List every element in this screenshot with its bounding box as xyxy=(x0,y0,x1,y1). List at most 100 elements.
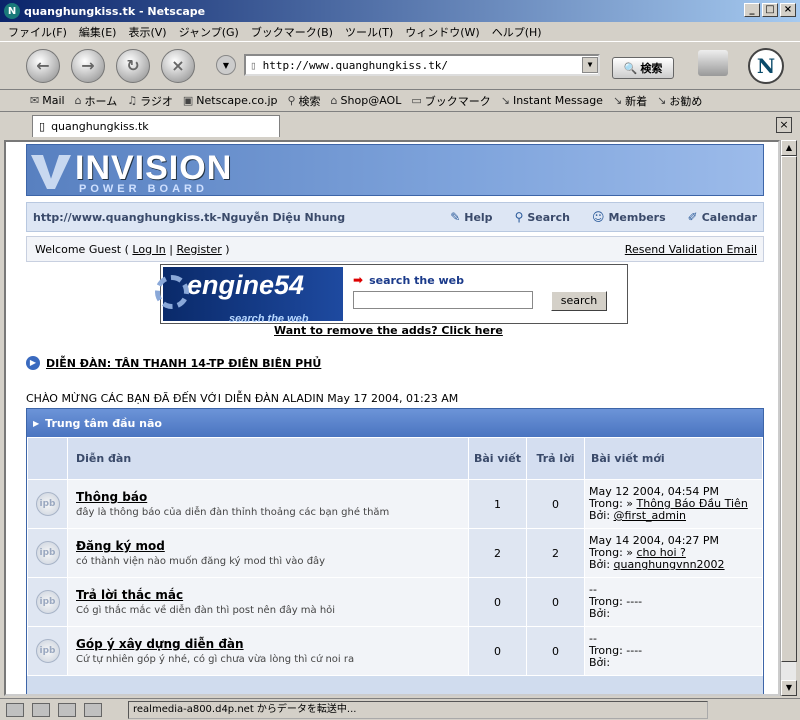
forum-link[interactable]: Thông báo xyxy=(76,490,468,504)
title-bar: N quanghungkiss.tk - Netscape _ □ × xyxy=(0,0,800,22)
table-row: ipb Thông báo đây là thông báo của diễn đ… xyxy=(27,479,763,529)
posts-col-header: Bài viết xyxy=(468,437,527,480)
replies-count: 2 xyxy=(526,528,585,578)
bookmark-recommend[interactable]: ↘ お勧め xyxy=(657,93,702,109)
scroll-down-icon[interactable]: ▼ xyxy=(781,680,797,696)
netscape-icon: N xyxy=(4,3,20,19)
bookmark-mail[interactable]: ✉ Mail xyxy=(30,94,65,107)
radio-icon: ♫ xyxy=(127,94,138,107)
search-link[interactable]: ⚲ Search xyxy=(515,210,570,224)
bookmarks-toolbar: ✉ Mail ⌂ ホーム ♫ ラジオ ▣ Netscape.co.jp ⚲ 検索 ⌂ Sho… xyxy=(0,90,800,112)
forum-title: ▶ DIỄN ĐÀN: TÂN THANH 14-TP ĐIÊN BIÊN PH… xyxy=(26,356,321,370)
forum-desc: Có gì thắc mắc về diễn đàn thì post nên … xyxy=(76,605,336,616)
menu-edit[interactable]: 編集(E) xyxy=(79,24,117,40)
remove-ads-link[interactable]: Want to remove the adds? Click here xyxy=(274,324,503,337)
replies-count: 0 xyxy=(526,479,585,529)
ipb-forum-icon: ipb xyxy=(35,639,60,663)
bookmark-new[interactable]: ↘ 新着 xyxy=(613,93,647,109)
bookmark-folder[interactable]: ▭ ブックマーク xyxy=(411,93,490,109)
forum-link[interactable]: Đăng ký mod xyxy=(76,539,468,553)
menu-tools[interactable]: ツール(T) xyxy=(345,24,393,40)
security-icon[interactable] xyxy=(6,702,24,717)
mail-icon[interactable] xyxy=(32,702,50,717)
login-link[interactable]: Log In xyxy=(132,243,165,256)
url-input[interactable]: ▯ http://www.quanghungkiss.tk/ ▼ xyxy=(244,54,600,76)
register-link[interactable]: Register xyxy=(176,243,221,256)
triangle-icon: ▶ xyxy=(33,418,40,428)
back-icon[interactable]: ← xyxy=(26,48,60,83)
menu-file[interactable]: ファイル(F) xyxy=(8,24,67,40)
welcome-suffix: ) xyxy=(221,242,230,256)
category-header[interactable]: ▶ Trung tâm đầu não xyxy=(27,409,763,437)
invision-logo-icon xyxy=(31,155,71,189)
forum-link[interactable]: Góp ý xây dựng diễn đàn xyxy=(76,637,468,651)
calendar-icon: ✐ xyxy=(687,210,698,224)
forum-desc: có thành viện nào muốn đăng ký mod thì v… xyxy=(76,556,326,567)
status-bar: realmedia-a800.d4p.net からデータを転送中... xyxy=(0,698,800,720)
last-post-user[interactable]: quanghungvnn2002 xyxy=(614,558,725,571)
page-viewport: INVISION POWER BOARD http://www.quanghun… xyxy=(4,140,780,696)
search-icon: 🔍 xyxy=(623,61,638,75)
menu-window[interactable]: ウィンドウ(W) xyxy=(405,24,479,40)
address-book-icon[interactable] xyxy=(84,702,102,717)
help-link[interactable]: ✎ Help xyxy=(450,210,492,224)
menu-help[interactable]: ヘルプ(H) xyxy=(492,24,542,40)
composer-icon[interactable] xyxy=(58,702,76,717)
reload-icon[interactable]: ↻ xyxy=(116,48,150,83)
search-button-label: 検索 xyxy=(640,62,663,75)
resend-validation-link[interactable]: Resend Validation Email xyxy=(625,243,757,256)
maximize-button[interactable]: □ xyxy=(762,3,778,17)
bookmark-im[interactable]: ↘ Instant Message xyxy=(501,94,603,107)
print-icon[interactable] xyxy=(698,50,728,76)
ipb-forum-icon: ipb xyxy=(35,541,60,565)
folder-icon: ▭ xyxy=(411,94,422,107)
url-dropdown-icon[interactable]: ▼ xyxy=(582,57,598,73)
forum-desc: đây là thông báo của diễn đàn thỉnh thoả… xyxy=(76,507,390,518)
bookmark-netscape[interactable]: ▣ Netscape.co.jp xyxy=(183,94,278,107)
bookmark-shop[interactable]: ⌂ Shop@AOL xyxy=(331,94,402,107)
banner-logo-text: engine54 xyxy=(187,270,305,300)
gear-icon xyxy=(155,275,189,309)
last-post-col-header: Bài viết mới xyxy=(584,437,763,480)
banner-search-link[interactable]: ➡ search the web xyxy=(353,273,464,287)
table-row: ipb Góp ý xây dựng diễn đàn Cứ tự nhiên g… xyxy=(27,626,763,676)
menu-go[interactable]: ジャンプ(G) xyxy=(179,24,239,40)
forum-desc: Cứ tự nhiên góp ý nhé, có gì chưa vừa lò… xyxy=(76,654,355,665)
calendar-link[interactable]: ✐ Calendar xyxy=(688,210,757,224)
close-tab-icon[interactable]: × xyxy=(776,117,792,133)
menu-view[interactable]: 表示(V) xyxy=(128,24,166,40)
site-nav-strip: http://www.quanghungkiss.tk-Nguyễn Diệu … xyxy=(26,202,764,232)
history-dropdown-icon[interactable]: ▼ xyxy=(216,55,236,75)
forum-col-header: Diễn đàn xyxy=(67,437,469,480)
members-icon: ☺ xyxy=(591,210,605,224)
scroll-up-icon[interactable]: ▲ xyxy=(781,140,797,156)
bookmark-home[interactable]: ⌂ ホーム xyxy=(75,93,118,109)
bookmark-radio[interactable]: ♫ ラジオ xyxy=(127,93,173,109)
last-post-by: Bởi: xyxy=(589,607,611,620)
vertical-scrollbar[interactable]: ▲ ▼ xyxy=(780,140,797,696)
site-line: http://www.quanghungkiss.tk-Nguyễn Diệu … xyxy=(33,210,346,224)
close-button[interactable]: × xyxy=(780,3,796,17)
forum-table: Diễn đàn Bài viết Trả lời Bài viết mới i… xyxy=(27,437,763,676)
forum-link[interactable]: Trả lời thắc mắc xyxy=(76,588,468,602)
replies-col-header: Trả lời xyxy=(526,437,585,480)
replies-count: 0 xyxy=(526,577,585,627)
menu-bookmarks[interactable]: ブックマーク(B) xyxy=(251,24,333,40)
scroll-thumb[interactable] xyxy=(781,156,797,662)
banner-search-button[interactable]: search xyxy=(551,291,607,311)
window-title: quanghungkiss.tk - Netscape xyxy=(24,4,206,18)
search-button[interactable]: 🔍 検索 xyxy=(612,57,674,79)
netscape-logo[interactable]: N xyxy=(748,48,784,84)
ad-banner[interactable]: engine54 search the web ➡ search the web … xyxy=(155,264,628,325)
forward-icon[interactable]: → xyxy=(71,48,105,83)
minimize-button[interactable]: _ xyxy=(744,3,760,17)
icon-col-header xyxy=(27,437,68,480)
forum-title-link[interactable]: DIỄN ĐÀN: TÂN THANH 14-TP ĐIÊN BIÊN PHỦ xyxy=(46,357,321,370)
stop-icon[interactable]: × xyxy=(161,48,195,83)
table-row: ipb Đăng ký mod có thành viện nào muốn đă… xyxy=(27,528,763,578)
members-link[interactable]: ☺ Members xyxy=(592,210,666,224)
tab-current[interactable]: ▯ quanghungkiss.tk xyxy=(32,115,280,137)
banner-search-input[interactable] xyxy=(353,291,533,309)
bookmark-search[interactable]: ⚲ 検索 xyxy=(287,93,320,109)
last-post-user[interactable]: @first_admin xyxy=(614,509,686,522)
